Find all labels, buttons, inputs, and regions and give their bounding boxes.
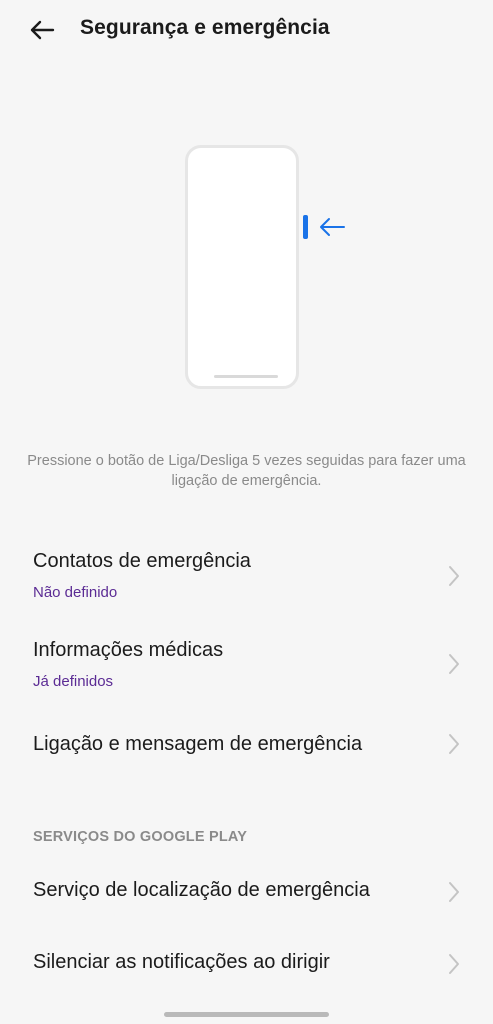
item-subtitle: Já definidos <box>33 673 114 690</box>
item-title: Contatos de emergência <box>33 550 251 572</box>
chevron-right-icon <box>449 734 459 754</box>
phone-home-indicator <box>214 375 278 378</box>
chevron-right-icon <box>449 954 459 974</box>
list-item-emergency-location[interactable]: Serviço de localização de emergência <box>0 861 493 923</box>
arrow-left-icon <box>30 20 55 40</box>
phone-outline <box>185 145 299 389</box>
item-title: Ligação e mensagem de emergência <box>33 733 363 755</box>
gesture-nav-handle[interactable] <box>164 1012 329 1017</box>
item-title: Serviço de localização de emergência <box>33 879 370 901</box>
chevron-right-icon <box>449 654 459 674</box>
back-button[interactable] <box>22 12 62 48</box>
section-header-google-play: SERVIÇOS DO GOOGLE PLAY <box>33 829 248 845</box>
item-subtitle: Não definido <box>33 584 118 601</box>
list-item-silence-driving[interactable]: Silenciar as notificações ao dirigir <box>0 933 493 995</box>
item-title: Informações médicas <box>33 639 224 661</box>
list-item-medical-info[interactable]: Informações médicas Já definidos <box>0 624 493 708</box>
list-item-emergency-contacts[interactable]: Contatos de emergência Não definido <box>0 535 493 619</box>
arrow-left-icon <box>320 218 345 236</box>
list-item-emergency-call-message[interactable]: Ligação e mensagem de emergência <box>0 714 493 776</box>
page-title: Segurança e emergência <box>80 16 330 39</box>
power-button-illustration <box>183 143 363 395</box>
description-text: Pressione o botão de Liga/Desliga 5 veze… <box>27 453 466 489</box>
item-title: Silenciar as notificações ao dirigir <box>33 951 330 973</box>
chevron-right-icon <box>449 566 459 586</box>
chevron-right-icon <box>449 882 459 902</box>
power-key-highlight <box>303 215 308 239</box>
app-bar: Segurança e emergência <box>0 0 493 62</box>
